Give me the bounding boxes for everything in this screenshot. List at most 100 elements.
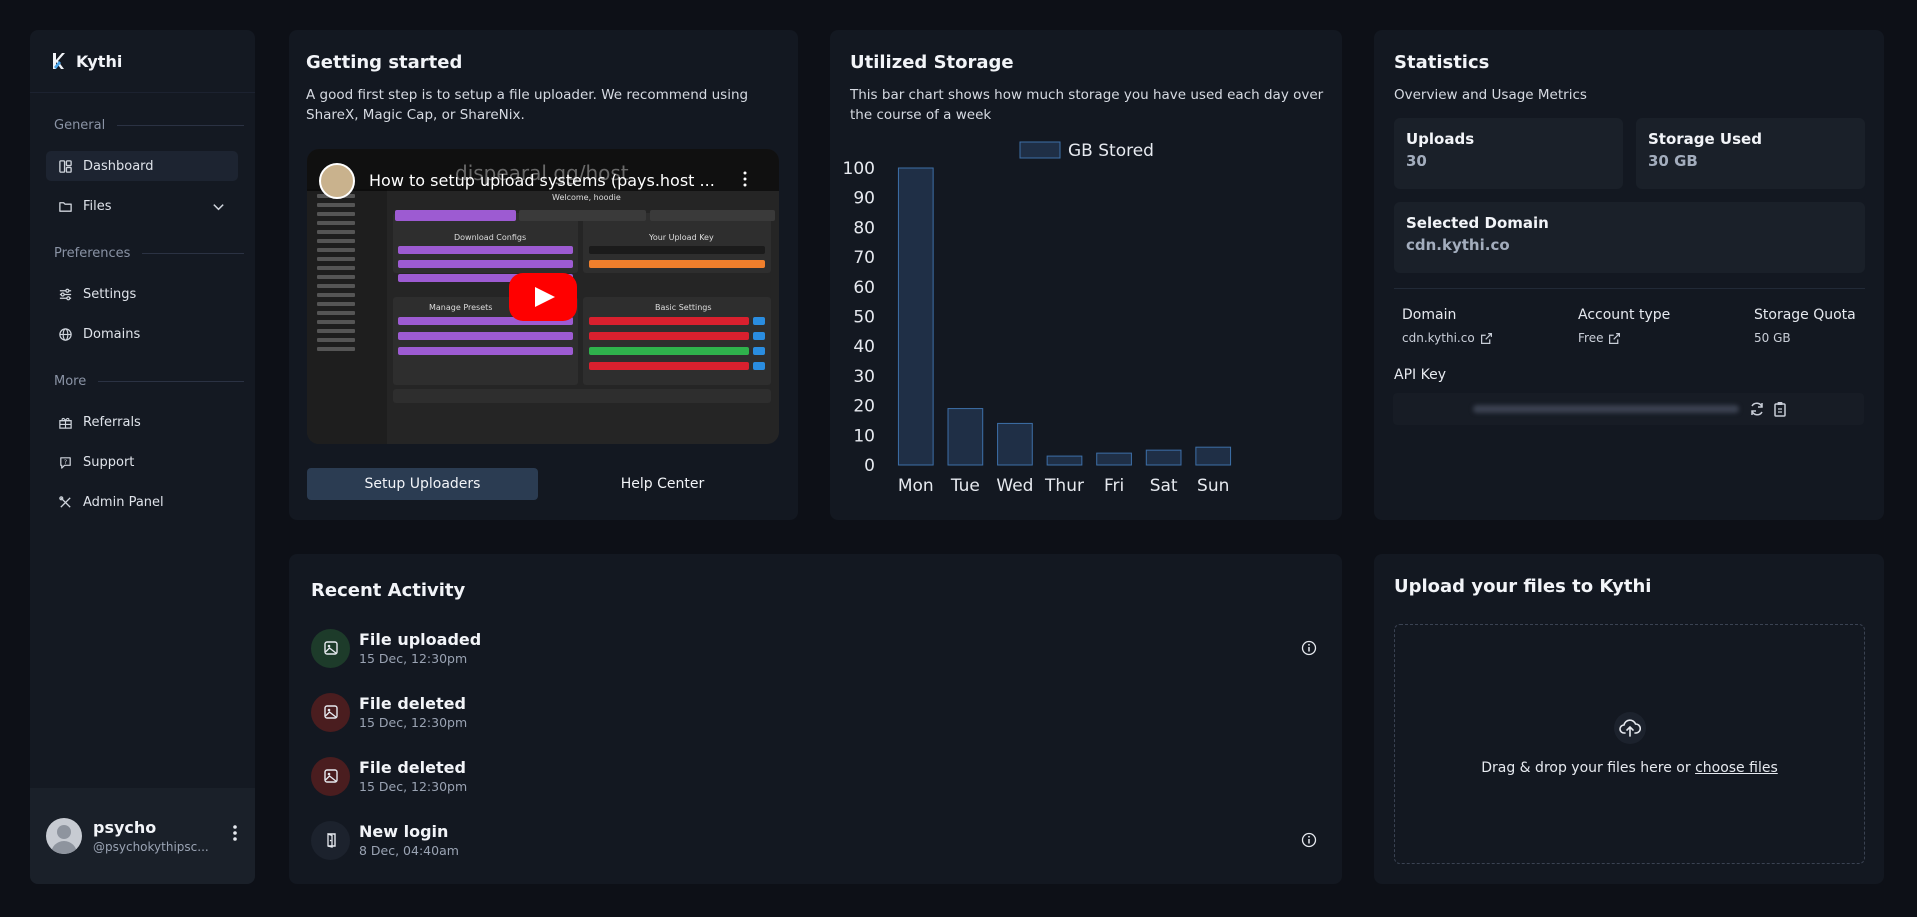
video-bar: [398, 332, 573, 340]
sidebar-item-domains[interactable]: Domains: [46, 319, 238, 349]
bar-sun[interactable]: [1195, 446, 1232, 466]
account-type-value[interactable]: Free: [1578, 331, 1621, 345]
more-options-icon[interactable]: [233, 824, 237, 847]
getting-started-description: A good first step is to setup a file upl…: [306, 87, 749, 123]
info-icon[interactable]: [1301, 640, 1317, 656]
file-dropzone[interactable]: Drag & drop your files here or choose fi…: [1394, 624, 1865, 864]
bar-thur[interactable]: [1046, 455, 1083, 466]
activity-item[interactable]: File deleted 15 Dec, 12:30pm: [311, 756, 467, 796]
bar-wed[interactable]: [997, 422, 1033, 466]
sidebar-item-support[interactable]: ? Support: [46, 447, 238, 477]
video-bar: [589, 246, 765, 254]
x-tick-label: Sun: [1197, 476, 1229, 496]
api-key-masked: [1473, 405, 1739, 413]
folder-icon: [59, 201, 72, 212]
channel-avatar: [319, 163, 355, 199]
storage-used-label: Storage Used: [1648, 130, 1762, 148]
activity-title: New login: [359, 822, 449, 841]
api-key-field[interactable]: [1393, 393, 1864, 425]
avatar: [46, 818, 82, 854]
selected-domain-stat: Selected Domain cdn.kythi.co: [1394, 202, 1865, 273]
api-key-label: API Key: [1394, 367, 1446, 383]
storage-quota-label: Storage Quota: [1754, 307, 1856, 323]
clipboard-icon[interactable]: [1773, 401, 1787, 417]
edit-icon[interactable]: [1608, 332, 1621, 345]
help-center-link[interactable]: Help Center: [547, 468, 778, 500]
bars: [897, 167, 1232, 466]
storage-title: Utilized Storage: [850, 52, 1014, 73]
sidebar-item-files[interactable]: Files: [46, 191, 238, 221]
chevron-down-icon[interactable]: [211, 199, 226, 214]
section-more-label: More: [54, 374, 87, 389]
bar-mon[interactable]: [897, 167, 934, 466]
video-tab: [650, 210, 775, 221]
video-thumbnail[interactable]: Welcome, hoodie Download Configs Your Up…: [307, 149, 779, 444]
activity-item[interactable]: New login 8 Dec, 04:40am: [311, 820, 459, 860]
info-icon[interactable]: [1301, 832, 1317, 848]
y-tick-label: 30: [853, 367, 875, 387]
bar-tue[interactable]: [947, 408, 984, 466]
bar-fri[interactable]: [1096, 452, 1132, 466]
video-section: Download Configs: [454, 233, 527, 242]
uploads-label: Uploads: [1406, 130, 1475, 148]
video-bar: [589, 317, 749, 325]
video-bar: [753, 347, 765, 355]
divider: [1394, 288, 1865, 289]
selected-domain-label: Selected Domain: [1406, 214, 1549, 232]
svg-text:?: ?: [64, 457, 68, 465]
video-tab: [395, 210, 516, 221]
account-type-label: Account type: [1578, 307, 1671, 323]
uploads-value: 30: [1406, 152, 1427, 170]
refresh-icon[interactable]: [1749, 401, 1765, 417]
video-footer: [393, 389, 771, 403]
section-more: More: [54, 374, 244, 389]
video-section: Manage Presets: [429, 303, 493, 312]
user-panel[interactable]: psycho @psychokythipsc...: [30, 788, 255, 884]
x-tick-label: Wed: [996, 476, 1033, 496]
cloud-upload-icon[interactable]: [1614, 712, 1646, 744]
activity-time: 8 Dec, 04:40am: [359, 843, 459, 858]
y-tick-label: 80: [853, 218, 875, 238]
domain-value[interactable]: cdn.kythi.co: [1402, 331, 1493, 345]
video-title[interactable]: How to setup upload systems (pays.host .…: [369, 171, 715, 190]
kythi-logo-icon: [53, 53, 65, 69]
storage-used-stat: Storage Used 30 GB: [1636, 118, 1865, 189]
sidebar-item-label: Support: [83, 454, 135, 470]
choose-files-link[interactable]: choose files: [1695, 760, 1778, 776]
activity-item[interactable]: File deleted 15 Dec, 12:30pm: [311, 692, 467, 732]
sidebar-item-referrals[interactable]: Referrals: [46, 407, 238, 437]
activity-title: File uploaded: [359, 630, 482, 649]
dashboard-icon: [59, 159, 72, 173]
sidebar-item-settings[interactable]: Settings: [46, 279, 238, 309]
video-bar: [753, 362, 765, 370]
domain-value-text: cdn.kythi.co: [1402, 331, 1475, 345]
video-sidebar: [307, 189, 387, 444]
sidebar-item-label: Admin Panel: [83, 494, 164, 510]
bar-sat[interactable]: [1145, 449, 1182, 466]
sliders-icon: [59, 288, 72, 300]
activity-title: File deleted: [359, 694, 466, 713]
setup-uploaders-button[interactable]: Setup Uploaders: [307, 468, 538, 500]
edit-icon[interactable]: [1480, 332, 1493, 345]
selected-domain-value: cdn.kythi.co: [1406, 236, 1510, 254]
sidebar-item-label: Referrals: [83, 414, 141, 430]
y-tick-label: 0: [864, 456, 875, 476]
video-menu-icon[interactable]: [742, 171, 748, 187]
y-tick-label: 10: [853, 426, 875, 446]
sidebar-item-label: Dashboard: [83, 158, 154, 174]
y-tick-label: 50: [853, 308, 875, 328]
help-icon: ?: [60, 456, 71, 469]
brand[interactable]: Kythi: [30, 30, 255, 93]
legend-label: GB Stored: [1068, 141, 1154, 161]
video-bar: [398, 260, 573, 268]
sidebar-item-admin-panel[interactable]: Admin Panel: [46, 487, 238, 517]
chart-legend: GB Stored: [1019, 141, 1154, 161]
activity-time: 15 Dec, 12:30pm: [359, 651, 468, 666]
sidebar-item-dashboard[interactable]: Dashboard: [46, 151, 238, 181]
activity-item[interactable]: File uploaded 15 Dec, 12:30pm: [311, 628, 481, 668]
video-section: Basic Settings: [655, 303, 712, 312]
domain-label: Domain: [1402, 307, 1457, 323]
video-bar: [398, 347, 573, 355]
play-icon[interactable]: [509, 273, 577, 321]
sidebar-item-label: Files: [83, 198, 112, 214]
